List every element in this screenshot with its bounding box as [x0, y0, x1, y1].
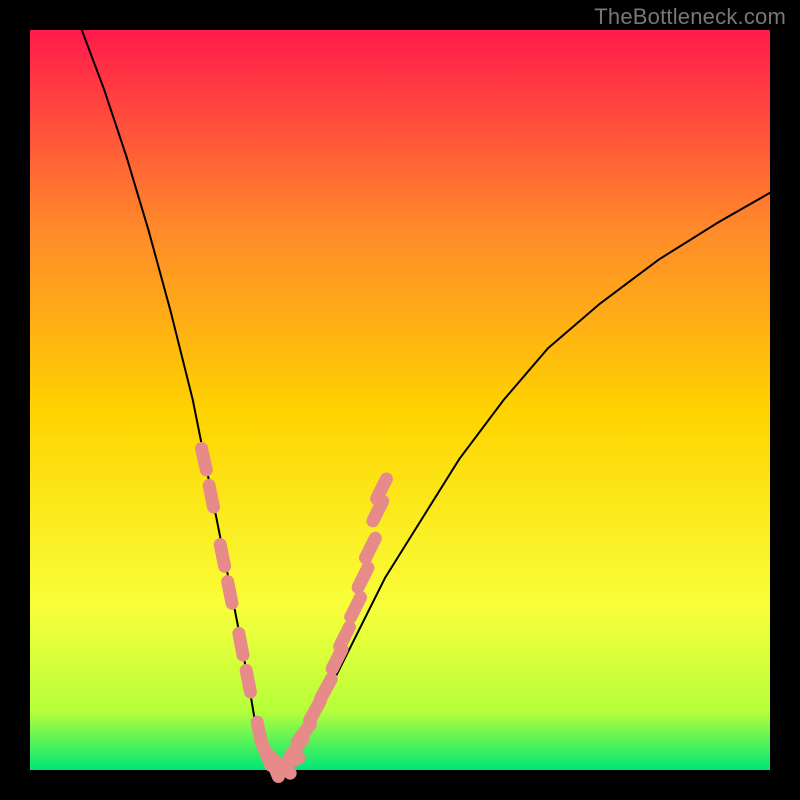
curve-marker — [358, 568, 368, 588]
curve-marker — [321, 679, 332, 698]
curve-marker — [209, 485, 213, 507]
curve-marker — [340, 627, 350, 647]
curve-marker — [202, 449, 207, 470]
curve-marker — [377, 479, 387, 499]
curve-marker — [366, 538, 376, 558]
curve-marker — [228, 582, 232, 604]
bottleneck-chart — [0, 0, 800, 800]
plot-background — [30, 30, 770, 770]
watermark-text: TheBottleneck.com — [594, 4, 786, 30]
curve-marker — [351, 597, 361, 617]
curve-marker — [239, 633, 243, 655]
curve-marker — [220, 545, 224, 567]
chart-frame: TheBottleneck.com — [0, 0, 800, 800]
curve-marker — [246, 670, 250, 692]
